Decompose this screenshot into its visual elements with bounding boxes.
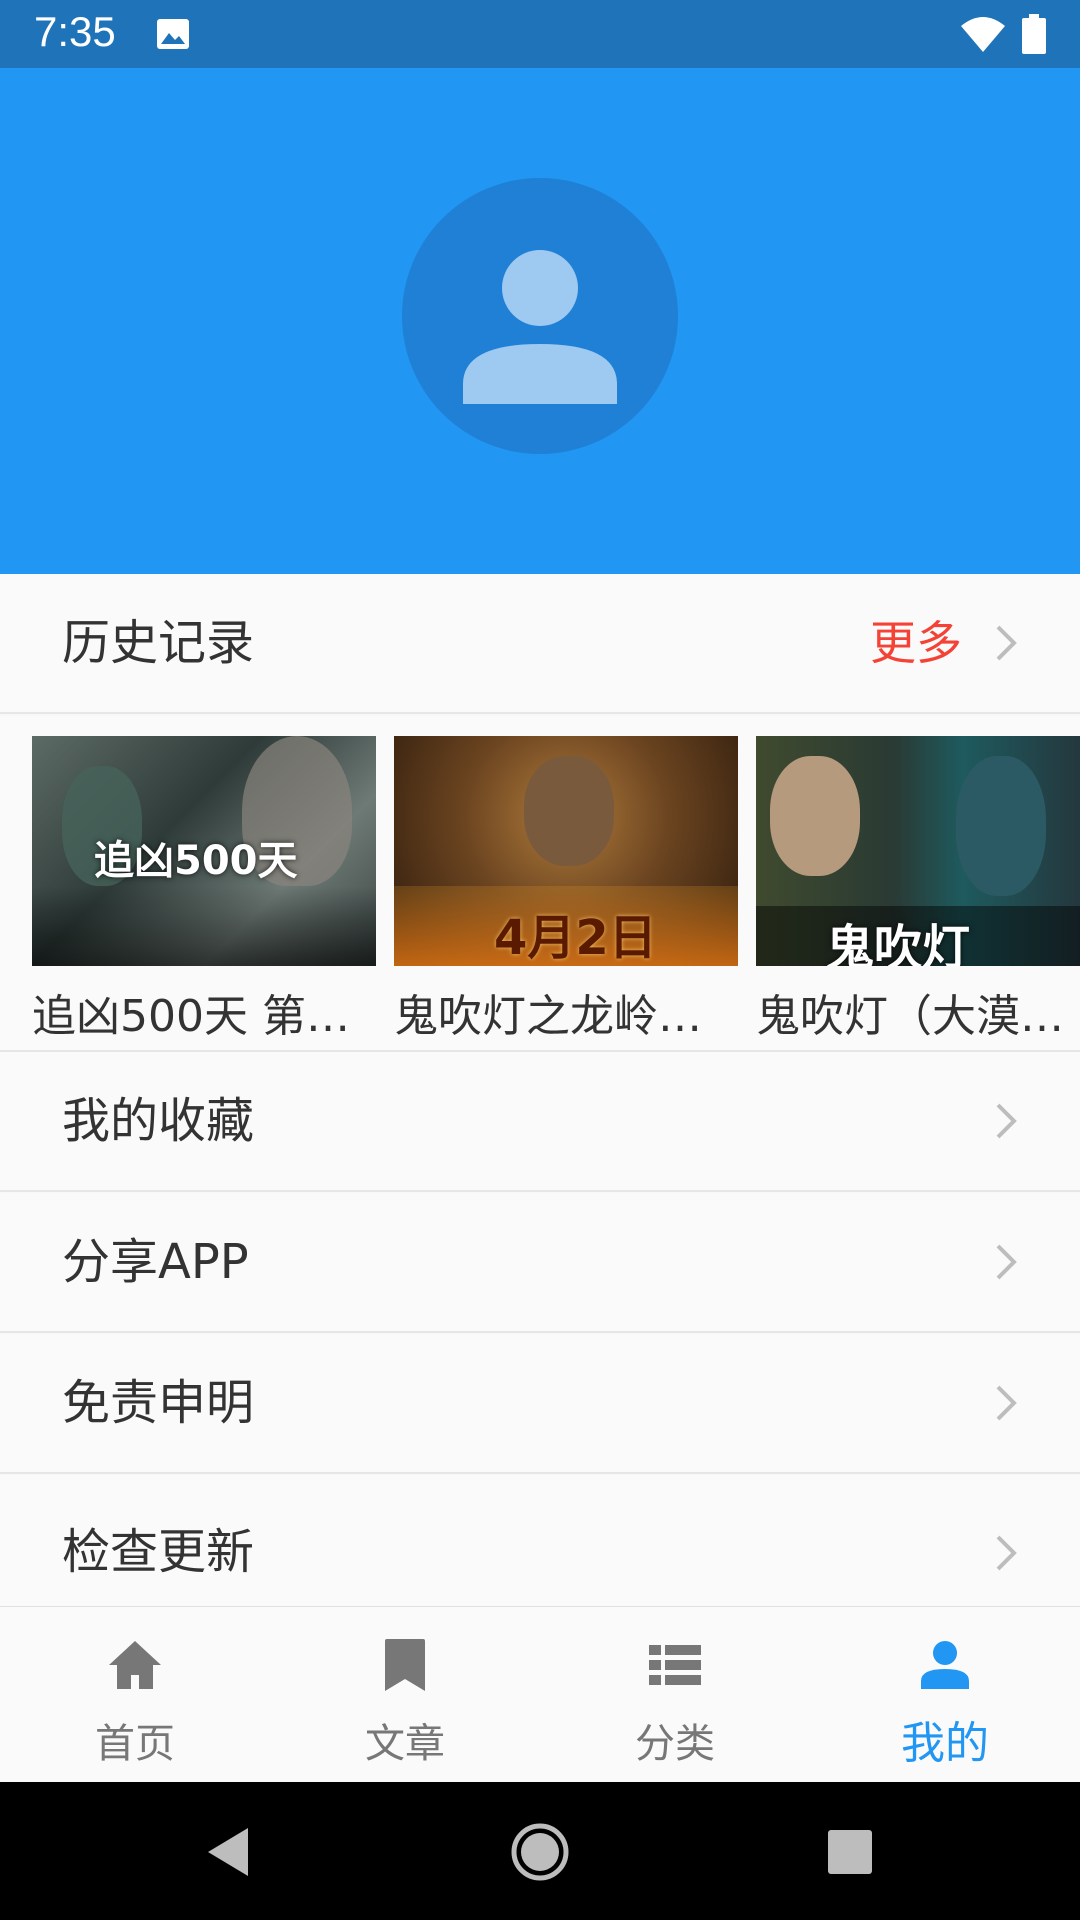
chevron-right-icon bbox=[996, 1103, 1017, 1139]
nav-label: 我的 bbox=[901, 1718, 989, 1769]
history-thumbnail[interactable]: 4月2日 bbox=[394, 736, 738, 966]
more-button[interactable]: 更多 bbox=[870, 574, 962, 712]
menu-item-check-update[interactable]: 检查更新 bbox=[0, 1475, 1080, 1606]
nav-label: 文章 bbox=[365, 1721, 445, 1767]
poster-title: 鬼吹灯 bbox=[826, 920, 971, 966]
menu-item-disclaimer[interactable]: 免责申明 bbox=[0, 1334, 1080, 1474]
menu-item-share[interactable]: 分享APP bbox=[0, 1193, 1080, 1333]
history-title: 历史记录 bbox=[62, 615, 255, 671]
history-item-title: 鬼吹灯（大漠… bbox=[756, 991, 1064, 1042]
chevron-right-icon bbox=[996, 1244, 1017, 1280]
status-bar: 7:35 bbox=[0, 0, 1080, 68]
menu-item-label: 检查更新 bbox=[62, 1524, 255, 1580]
history-item-title: 鬼吹灯之龙岭… bbox=[394, 991, 702, 1042]
menu-item-label: 分享APP bbox=[62, 1234, 249, 1290]
nav-item-home[interactable]: 首页 bbox=[0, 1607, 270, 1783]
history-item[interactable]: 4月2日 鬼吹灯之龙岭… bbox=[394, 736, 738, 1044]
history-item[interactable]: 追凶500天 追凶500天 第0… bbox=[32, 736, 376, 1044]
home-icon bbox=[109, 1641, 161, 1689]
recents-icon[interactable] bbox=[810, 1812, 890, 1892]
history-item-title: 追凶500天 第0… bbox=[32, 991, 376, 1042]
list-icon bbox=[649, 1645, 701, 1685]
profile-header bbox=[0, 68, 1080, 574]
avatar[interactable] bbox=[402, 178, 678, 454]
history-thumbnail[interactable]: 鬼吹灯 bbox=[756, 736, 1080, 966]
poster-title: 4月2日 bbox=[494, 910, 657, 966]
nav-label: 分类 bbox=[635, 1721, 715, 1767]
battery-icon bbox=[1022, 14, 1046, 54]
history-item[interactable]: 鬼吹灯 鬼吹灯（大漠… bbox=[756, 736, 1080, 1044]
chevron-right-icon[interactable] bbox=[994, 623, 1018, 663]
person-icon bbox=[463, 250, 617, 404]
poster-title: 追凶500天 bbox=[94, 838, 298, 884]
system-nav-bar bbox=[0, 1782, 1080, 1920]
nav-item-profile[interactable]: 我的 bbox=[810, 1607, 1080, 1783]
home-circle-icon[interactable] bbox=[500, 1812, 580, 1892]
nav-item-articles[interactable]: 文章 bbox=[270, 1607, 540, 1783]
chevron-right-icon bbox=[996, 1385, 1017, 1421]
nav-label: 首页 bbox=[95, 1721, 175, 1767]
chevron-right-icon bbox=[996, 1535, 1017, 1571]
bottom-nav: 首页 文章 分类 我的 bbox=[0, 1606, 1080, 1782]
status-time: 7:35 bbox=[34, 8, 116, 55]
menu-item-label: 我的收藏 bbox=[62, 1093, 255, 1149]
person-icon bbox=[921, 1641, 969, 1689]
bookmark-icon bbox=[385, 1639, 425, 1691]
image-icon bbox=[157, 19, 189, 49]
menu-item-favorites[interactable]: 我的收藏 bbox=[0, 1052, 1080, 1192]
nav-item-categories[interactable]: 分类 bbox=[540, 1607, 810, 1783]
wifi-icon bbox=[961, 17, 1005, 52]
history-list: 追凶500天 追凶500天 第0… 4月2日 鬼吹灯之龙岭… 鬼吹灯 鬼吹灯（大… bbox=[0, 716, 1080, 1052]
menu-item-label: 免责申明 bbox=[62, 1375, 255, 1431]
history-header: 历史记录 更多 bbox=[0, 574, 1080, 714]
history-thumbnail[interactable]: 追凶500天 bbox=[32, 736, 376, 966]
back-icon[interactable] bbox=[190, 1812, 270, 1892]
